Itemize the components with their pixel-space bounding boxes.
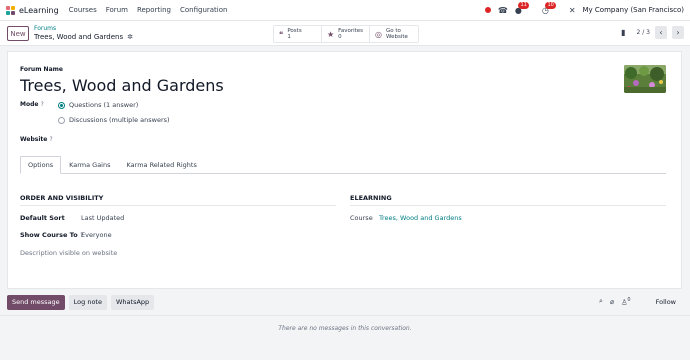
go-to-website-button[interactable]: ◎ Go to Website <box>370 26 418 42</box>
tab-options[interactable]: Options <box>20 156 62 174</box>
forum-image[interactable] <box>624 65 666 93</box>
menu-item-configuration[interactable]: Configuration <box>180 6 227 14</box>
chatter-actions: ⌕ ⌀ ♙0 Follow <box>599 297 676 306</box>
top-navbar: eLearning Courses Forum Reporting Config… <box>0 0 690 21</box>
breadcrumb-parent[interactable]: Forums <box>34 25 56 32</box>
pager-value[interactable]: 2 / 3 <box>637 29 650 36</box>
globe-icon: ◎ <box>375 29 382 39</box>
chatter-divider <box>0 315 690 316</box>
posts-count: 1 <box>287 34 291 40</box>
website-label: Website <box>385 34 408 40</box>
course-label: Course <box>350 214 373 222</box>
star-icon: ★ <box>327 29 335 39</box>
empty-conversation-text: There are no messages in this conversati… <box>278 325 412 332</box>
activity-clock-icon[interactable]: ◷ 10 <box>542 1 556 15</box>
app-name[interactable]: eLearning <box>19 6 59 15</box>
main-menu: Courses Forum Reporting Configuration <box>69 6 228 14</box>
tools-icon[interactable]: ✕ <box>569 6 576 15</box>
search-icon[interactable]: ⌕ <box>599 297 603 306</box>
chatter-toolbar: Send message Log note WhatsApp ⌕ ⌀ ♙0 Fo… <box>0 293 690 311</box>
show-course-field[interactable]: Everyone <box>81 231 112 239</box>
default-sort-field[interactable]: Last Updated <box>81 214 124 222</box>
menu-item-courses[interactable]: Courses <box>69 6 97 14</box>
mode-option-questions-label: Questions (1 answer) <box>69 101 139 109</box>
mode-label-text: Mode <box>20 101 39 108</box>
chat-icon[interactable]: ● 11 <box>515 1 529 15</box>
apps-menu-icon[interactable] <box>6 5 15 15</box>
tab-karma-gains[interactable]: Karma Gains <box>61 156 118 174</box>
bookmark-icon[interactable]: ▮ <box>621 28 625 37</box>
website-label-text: Website <box>20 136 48 143</box>
favorites-count: 0 <box>338 34 342 40</box>
form-sheet: Forum Name Trees, Wood and Gardens Mode … <box>7 51 682 289</box>
default-sort-label: Default Sort <box>20 214 65 222</box>
control-panel: New Forums Trees, Wood and Gardens ✲ ❝ P… <box>0 21 690 46</box>
forum-name-label: Forum Name <box>20 66 63 73</box>
radio-questions[interactable] <box>58 101 65 109</box>
show-course-label-text: Show Course To <box>20 231 78 239</box>
gear-icon[interactable]: ✲ <box>127 33 133 41</box>
website-label: Website ? <box>20 136 53 143</box>
mode-option-discussions[interactable]: Discussions (multiple answers) <box>58 116 170 124</box>
pager-next-button[interactable]: › <box>672 26 684 39</box>
activity-badge: 10 <box>545 1 556 9</box>
chat-badge: 11 <box>518 1 529 9</box>
systray: ☎ ● 11 ◷ 10 ✕ My Company (San Francisco) <box>484 1 684 15</box>
followers-count: 0 <box>627 297 631 303</box>
course-link[interactable]: Trees, Wood and Gardens <box>379 214 462 222</box>
phone-icon[interactable]: ☎ <box>498 6 508 15</box>
menu-item-forum[interactable]: Forum <box>106 6 128 14</box>
mode-option-discussions-label: Discussions (multiple answers) <box>69 116 170 124</box>
smart-buttons: ❝ Posts 1 ★ Favorites 0 ◎ Go to Website <box>273 25 419 43</box>
status-dot-icon[interactable] <box>484 7 491 13</box>
forum-name-field[interactable]: Trees, Wood and Gardens <box>20 76 224 95</box>
pager-previous-button[interactable]: ‹ <box>655 26 667 39</box>
follow-button[interactable]: Follow <box>656 298 676 306</box>
notebook-tabs: Options Karma Gains Karma Related Rights <box>20 156 666 174</box>
pager: ▮ 2 / 3 ‹ › <box>621 26 684 39</box>
menu-item-reporting[interactable]: Reporting <box>137 6 171 14</box>
breadcrumb-current-label: Trees, Wood and Gardens <box>34 33 124 41</box>
order-visibility-heading: ORDER AND VISIBILITY <box>20 194 336 206</box>
mode-label: Mode ? <box>20 101 44 108</box>
show-course-label: Show Course To ? <box>20 231 84 239</box>
company-switcher[interactable]: My Company (San Francisco) <box>583 6 684 14</box>
new-button[interactable]: New <box>7 26 29 41</box>
comments-icon: ❝ <box>279 29 284 39</box>
log-note-button[interactable]: Log note <box>68 294 107 310</box>
posts-smart-button[interactable]: ❝ Posts 1 <box>274 26 322 42</box>
description-field[interactable]: Description visible on website <box>20 249 117 257</box>
send-message-button[interactable]: Send message <box>7 294 65 310</box>
tab-karma-related-rights[interactable]: Karma Related Rights <box>119 156 205 174</box>
elearning-heading: ELEARNING <box>350 194 666 206</box>
favorites-smart-button[interactable]: ★ Favorites 0 <box>322 26 370 42</box>
paperclip-icon[interactable]: ⌀ <box>610 298 614 306</box>
whatsapp-button[interactable]: WhatsApp <box>110 294 155 310</box>
radio-discussions[interactable] <box>58 116 65 124</box>
mode-option-questions[interactable]: Questions (1 answer) <box>58 101 138 109</box>
garden-photo <box>624 65 666 93</box>
breadcrumb-current: Trees, Wood and Gardens ✲ <box>34 33 133 41</box>
followers-icon[interactable]: ♙0 <box>621 297 630 306</box>
